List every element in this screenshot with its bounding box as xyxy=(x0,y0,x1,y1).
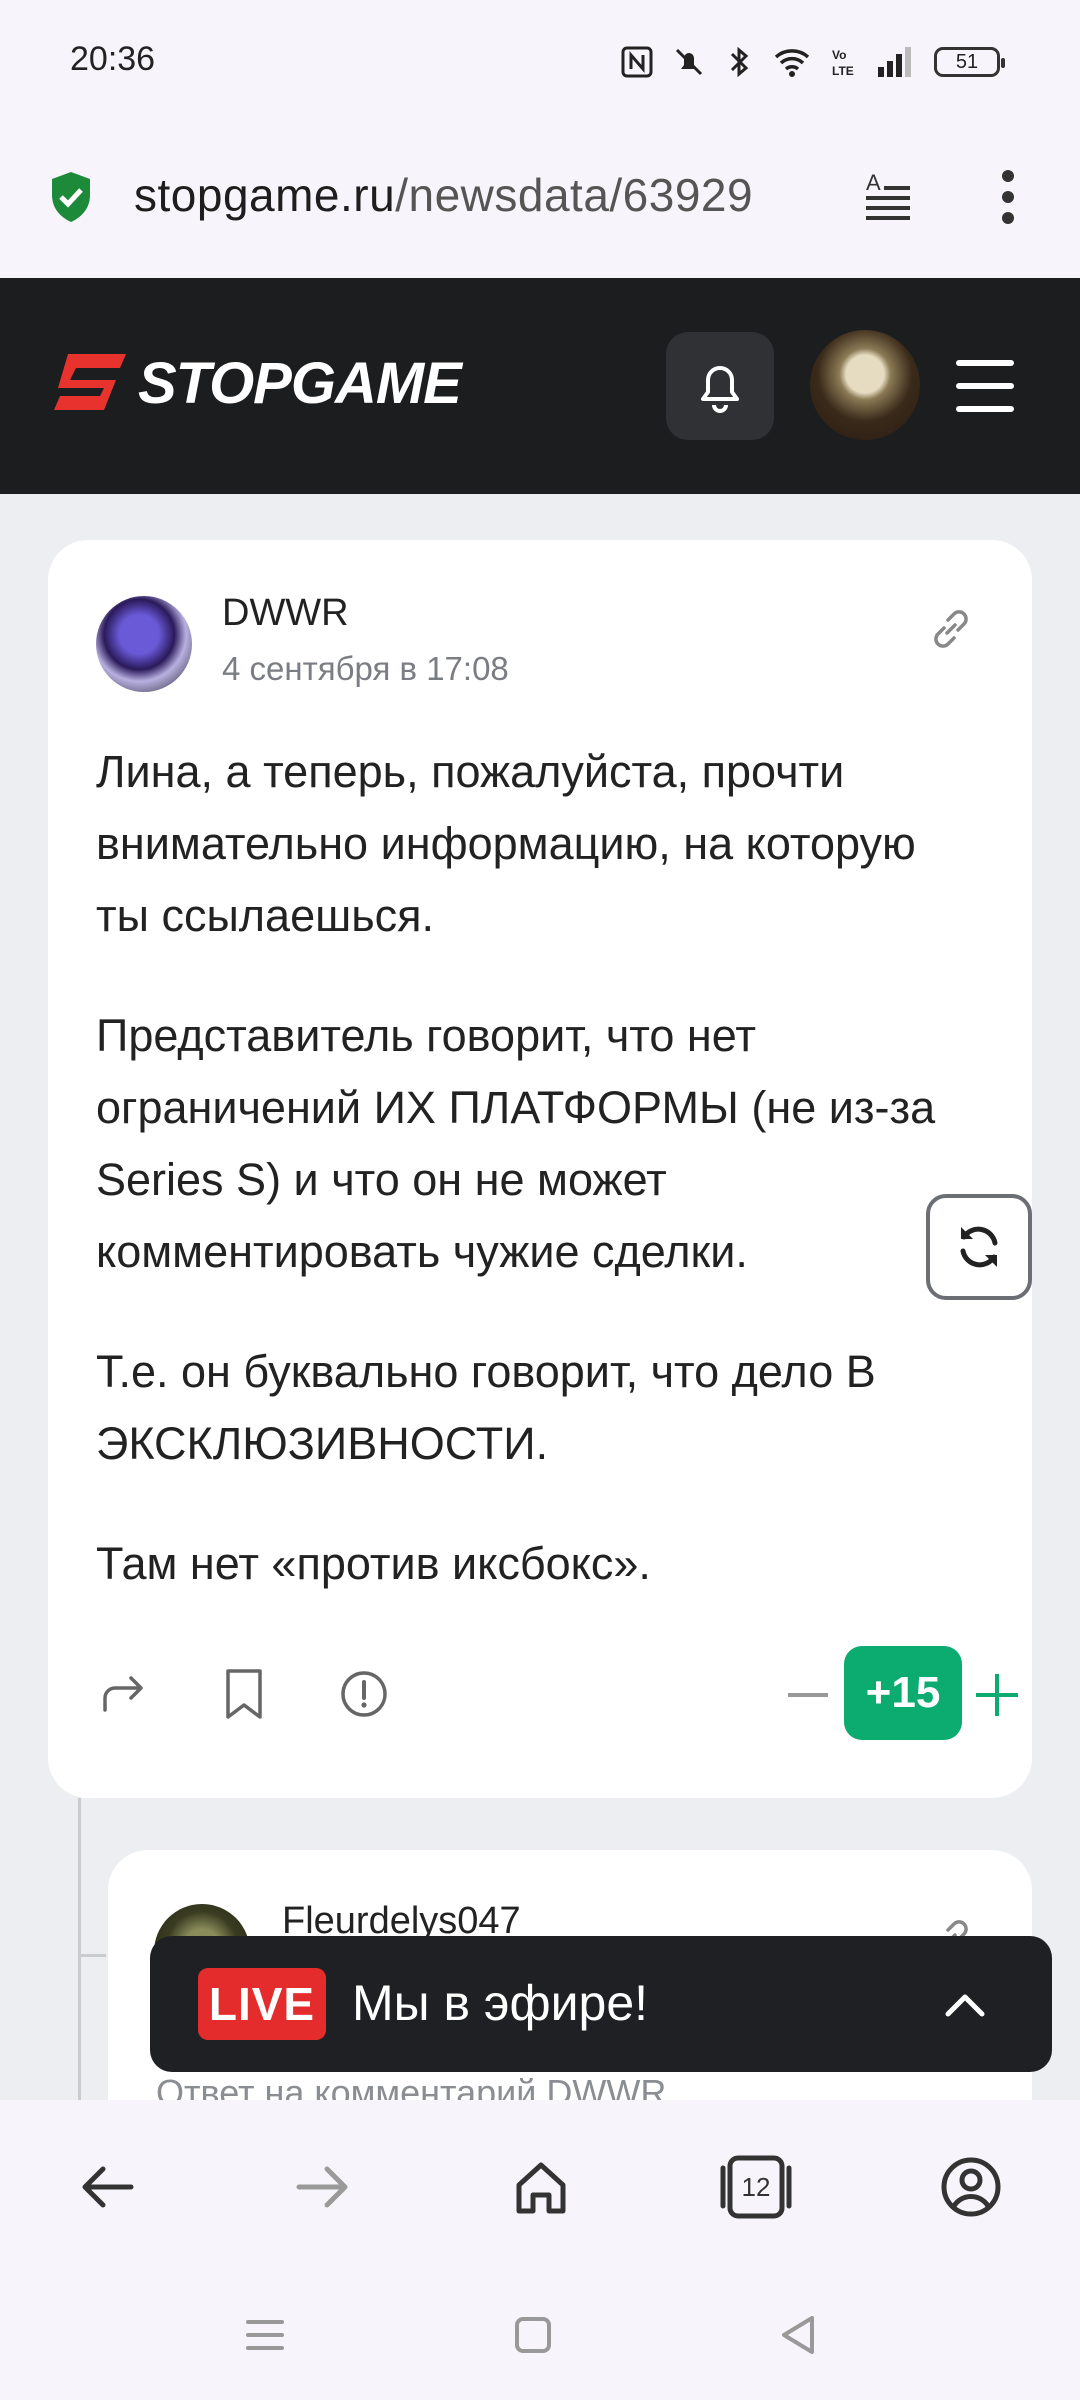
comment-text: Лина, а теперь, пожалуйста, прочти внима… xyxy=(96,736,976,1648)
wifi-icon xyxy=(774,49,810,77)
home-button[interactable] xyxy=(508,2154,574,2220)
thread-line xyxy=(78,1798,81,2100)
more-options-icon[interactable] xyxy=(996,168,1020,226)
report-button[interactable] xyxy=(336,1666,392,1722)
signal-icon xyxy=(878,47,911,77)
reader-mode-icon[interactable]: A xyxy=(862,168,914,224)
back-triangle-icon[interactable] xyxy=(774,2310,824,2360)
home-icon xyxy=(516,2162,566,2214)
secure-shield-icon[interactable] xyxy=(48,170,94,224)
comment-author-name[interactable]: DWWR xyxy=(222,592,349,635)
recents-menu-icon[interactable] xyxy=(240,2310,290,2360)
mute-bell-icon xyxy=(675,48,703,76)
status-time: 20:36 xyxy=(70,40,156,78)
live-badge: LIVE xyxy=(198,1968,326,2040)
notifications-button[interactable] xyxy=(666,332,774,440)
comment-author-avatar[interactable] xyxy=(96,596,192,692)
comment-paragraph: Т.е. он буквально говорит, что дело В ЭК… xyxy=(96,1346,876,1469)
refresh-comments-button[interactable] xyxy=(926,1194,1032,1300)
tabs-button[interactable]: 12 xyxy=(720,2154,792,2220)
thread-branch xyxy=(78,1954,106,1957)
comments-area: DWWR 4 сентября в 17:08 Лина, а теперь, … xyxy=(0,494,1080,2100)
upvote-button[interactable] xyxy=(976,1674,1018,1716)
account-circle-icon xyxy=(941,2157,1001,2217)
battery-indicator: 51 xyxy=(934,47,1005,77)
comment-paragraph: Представитель говорит, что нет ограничен… xyxy=(96,1010,936,1277)
stopgame-logo-icon[interactable] xyxy=(48,348,132,422)
browser-address-bar: stopgame.ru/newsdata/63929 A xyxy=(0,124,1080,278)
comment-card: DWWR 4 сентября в 17:08 Лина, а теперь, … xyxy=(48,540,1032,1798)
bookmark-icon xyxy=(226,1669,262,1719)
comment-actions: +15 xyxy=(96,1646,1018,1740)
refresh-icon xyxy=(960,1226,998,1268)
svg-text:Vo: Vo xyxy=(832,48,846,62)
user-avatar[interactable] xyxy=(810,330,920,440)
reply-arrow-icon xyxy=(103,1676,143,1712)
url-field[interactable]: stopgame.ru/newsdata/63929 xyxy=(134,168,824,232)
reply-to-label: Ответ на комментарий DWWR xyxy=(156,2072,667,2100)
home-square-icon[interactable] xyxy=(508,2310,558,2360)
status-bar: 20:36 Vo LTE 51 xyxy=(0,0,1080,124)
comment-score: +15 xyxy=(844,1646,962,1740)
reply-button[interactable] xyxy=(96,1666,152,1722)
url-path: /newsdata/63929 xyxy=(395,169,754,221)
link-icon[interactable] xyxy=(926,604,976,654)
live-banner-text: Мы в эфире! xyxy=(352,1975,649,2031)
status-icons: Vo LTE 51 xyxy=(620,40,1005,84)
live-stream-banner[interactable]: LIVE Мы в эфире! xyxy=(150,1936,1052,2072)
site-logo[interactable]: STOPGAME xyxy=(138,350,462,417)
warning-circle-icon xyxy=(341,1671,387,1717)
bell-icon xyxy=(701,366,739,413)
bluetooth-icon xyxy=(730,46,749,78)
svg-text:LTE: LTE xyxy=(832,64,854,78)
forward-button[interactable] xyxy=(290,2154,356,2220)
arrow-left-icon xyxy=(82,2166,134,2208)
bookmark-button[interactable] xyxy=(216,1666,272,1722)
profile-button[interactable] xyxy=(938,2154,1004,2220)
system-navigation-bar xyxy=(0,2270,1080,2400)
downvote-button[interactable] xyxy=(788,1693,828,1697)
nfc-icon xyxy=(621,46,653,78)
tabs-count: 12 xyxy=(741,2171,771,2202)
arrow-right-icon xyxy=(296,2166,348,2208)
browser-toolbar: 12 xyxy=(0,2100,1080,2270)
site-header: STOPGAME xyxy=(0,278,1080,494)
svg-text:A: A xyxy=(866,170,881,195)
url-host: stopgame.ru xyxy=(134,169,396,221)
volte-icon: Vo LTE xyxy=(832,48,854,78)
menu-icon[interactable] xyxy=(956,360,1014,412)
comment-paragraph: Там нет «против иксбокс». xyxy=(96,1538,651,1589)
back-button[interactable] xyxy=(74,2154,140,2220)
chevron-up-icon[interactable] xyxy=(940,1980,990,2030)
comment-date: 4 сентября в 17:08 xyxy=(222,650,509,687)
comment-paragraph: Лина, а теперь, пожалуйста, прочти внима… xyxy=(96,746,916,941)
